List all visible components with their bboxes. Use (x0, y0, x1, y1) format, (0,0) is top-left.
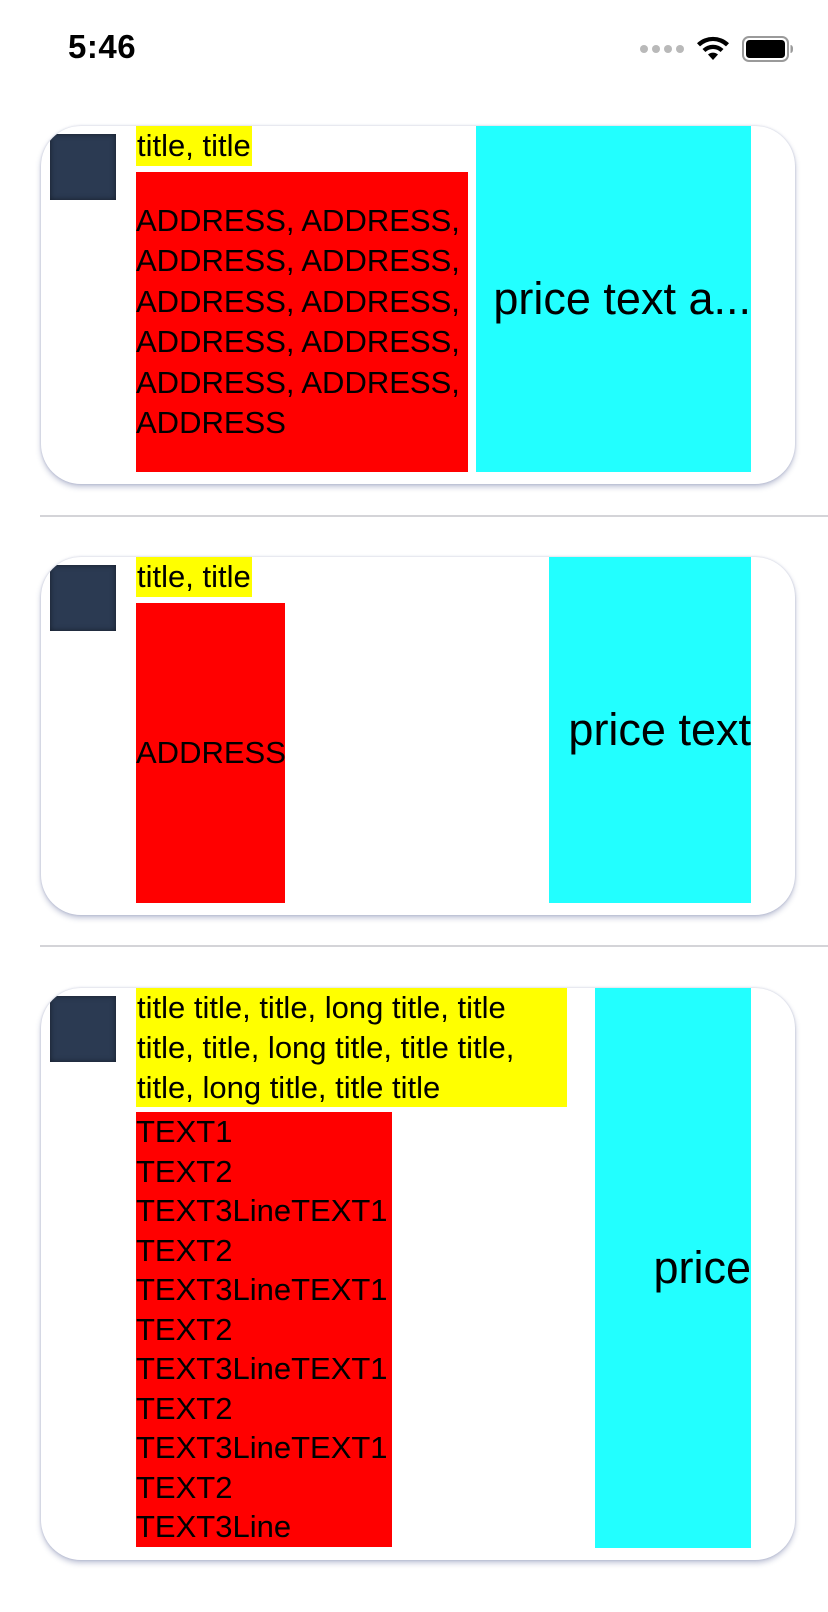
thumbnail-image (50, 996, 116, 1062)
card-price: price (595, 988, 751, 1548)
card-title: title title, title, long title, title ti… (136, 988, 567, 1107)
list-card[interactable]: title, title ADDRESS, ADDRESS, ADDRESS, … (41, 126, 795, 484)
status-time: 5:46 (68, 28, 137, 65)
thumbnail-image (50, 134, 116, 200)
card-price: price text a... (476, 126, 751, 472)
card-title: title, title (136, 557, 252, 597)
cellular-signal-icon (640, 45, 684, 53)
wifi-icon (697, 36, 729, 60)
list-card[interactable]: title, title ADDRESS price text (41, 557, 795, 915)
card-address: ADDRESS, ADDRESS, ADDRESS, ADDRESS, ADDR… (136, 172, 468, 472)
card-title: title, title (136, 126, 252, 166)
battery-icon (742, 36, 793, 62)
separator (40, 945, 828, 947)
card-address: TEXT1 TEXT2 TEXT3LineTEXT1 TEXT2 TEXT3Li… (136, 1112, 392, 1547)
thumbnail-image (50, 565, 116, 631)
card-price: price text (549, 557, 751, 903)
separator (40, 515, 828, 517)
status-bar: 5:46 (0, 0, 828, 100)
list-card[interactable]: title title, title, long title, title ti… (41, 988, 795, 1560)
status-icons (640, 34, 794, 64)
card-address: ADDRESS (136, 603, 286, 903)
